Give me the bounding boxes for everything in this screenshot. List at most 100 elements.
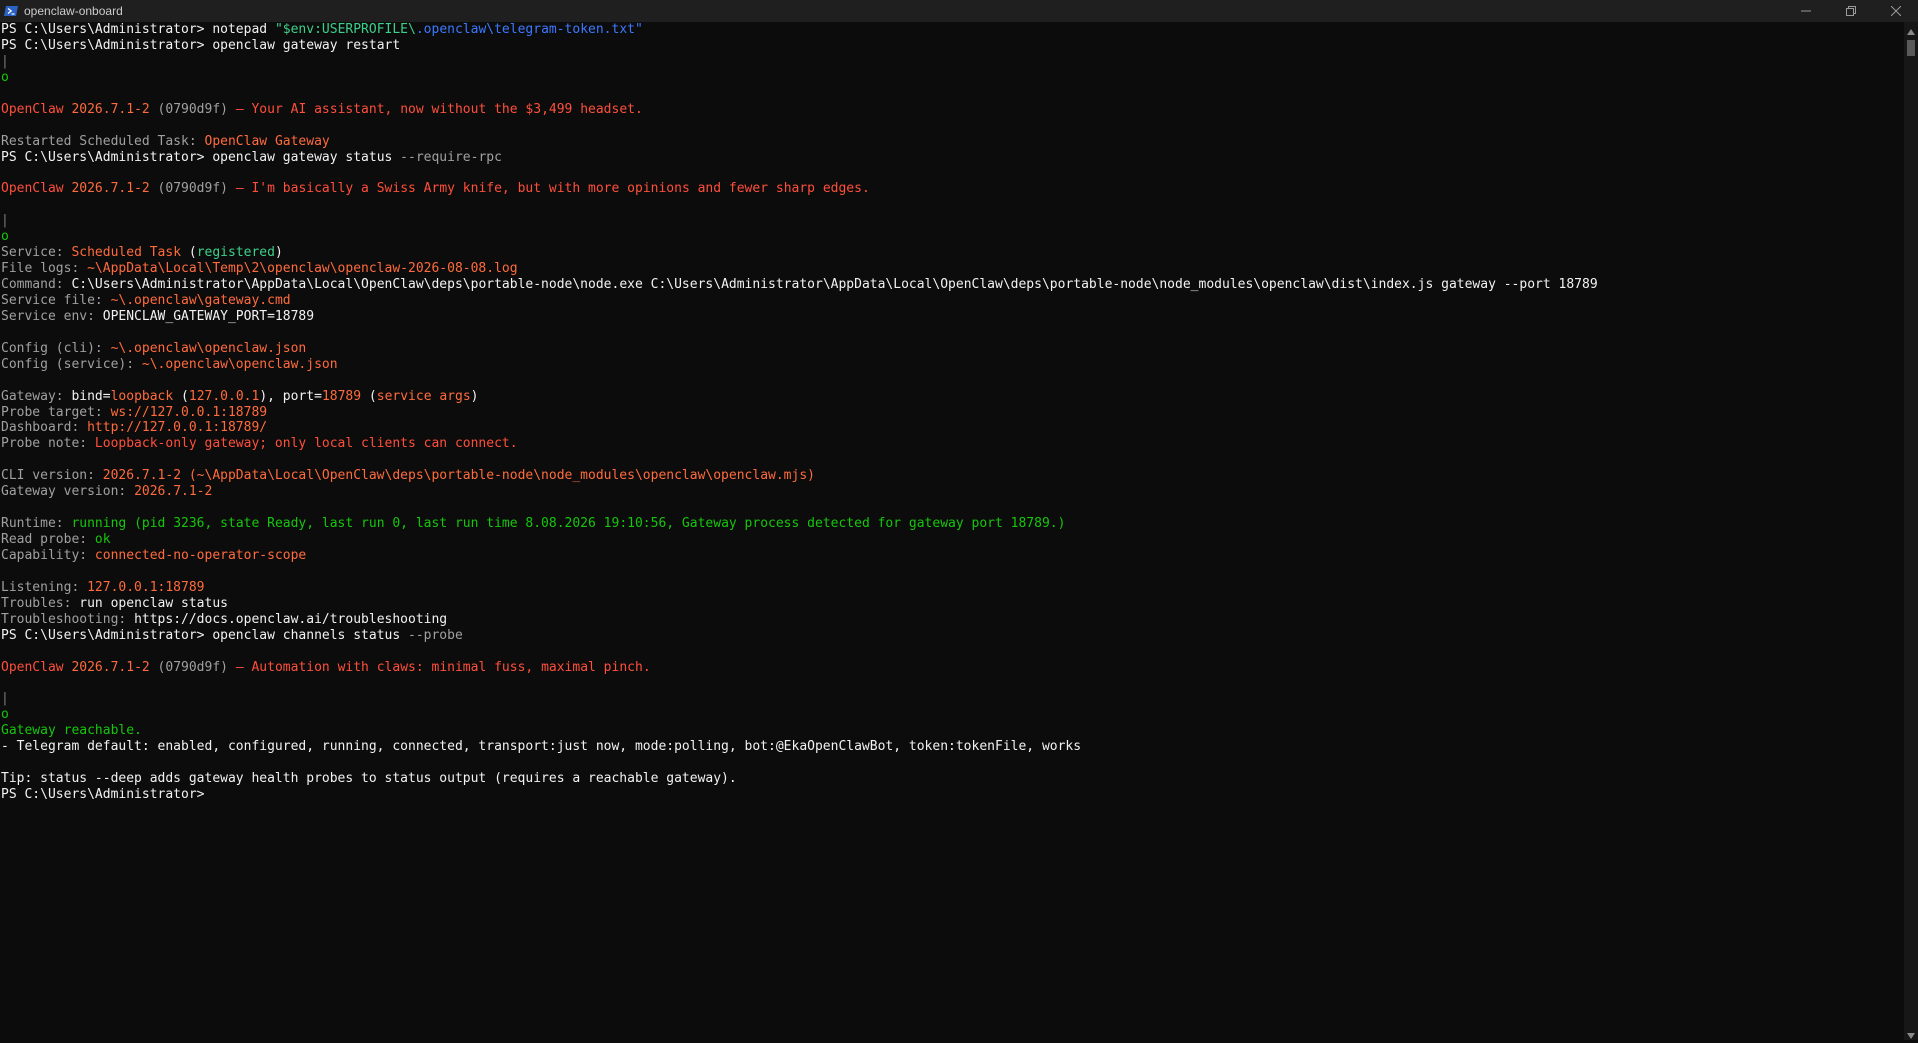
terminal-segment: o [1, 229, 9, 245]
terminal-segment: Troubles: [1, 595, 80, 611]
terminal-line: Tip: status --deep adds gateway health p… [1, 771, 1904, 787]
terminal-text: PS C:\Users\Administrator> notepad "$env… [0, 22, 1904, 803]
terminal-segment: CLI version: [1, 468, 103, 484]
terminal-segment: — Your AI assistant, now without the $3,… [235, 101, 643, 117]
terminal-segment: 18789 [321, 388, 369, 404]
terminal-line: Service: Scheduled Task (registered) [1, 245, 1904, 261]
terminal-segment: ) [470, 388, 479, 404]
terminal-segment: openclaw gateway status [212, 149, 401, 165]
scroll-down-button[interactable] [1904, 1026, 1918, 1040]
terminal-segment: o [1, 707, 9, 723]
terminal-segment: PS C:\Users\Administrator> [1, 787, 205, 802]
terminal-segment: ( [181, 388, 189, 404]
terminal-segment: PS C:\Users\Administrator> [1, 149, 213, 165]
terminal-line: File logs: ~\AppData\Local\Temp\2\opencl… [1, 261, 1904, 277]
restore-button[interactable] [1828, 0, 1873, 22]
terminal-segment: bind= [71, 388, 111, 404]
terminal-segment: OpenClaw Gateway [204, 133, 330, 149]
terminal-segment: Config (cli): [1, 340, 111, 356]
terminal-segment: notepad [212, 22, 275, 37]
terminal-line: OpenClaw 2026.7.1-2 (0790d9f) — Automati… [1, 660, 1904, 676]
terminal-segment: loopback [110, 388, 182, 404]
minimize-button[interactable] [1783, 0, 1828, 22]
terminal-segment: --require-rpc [400, 149, 502, 165]
terminal-output[interactable]: PS C:\Users\Administrator> notepad "$env… [0, 22, 1904, 1040]
terminal-segment: Gateway: [1, 388, 72, 404]
window-title: openclaw-onboard [24, 4, 123, 18]
vertical-scrollbar[interactable] [1904, 22, 1918, 1040]
terminal-line: Gateway: bind=loopback (127.0.0.1), port… [1, 389, 1904, 405]
terminal-segment: 127.0.0.1:18789 [87, 579, 205, 595]
terminal-segment: - Telegram default: enabled, configured,… [1, 739, 1082, 755]
terminal-segment: Tip: status --deep adds gateway health p… [1, 771, 737, 787]
terminal-segment: — Automation with claws: minimal fuss, m… [235, 659, 651, 675]
terminal-segment: 127.0.0.1 [188, 388, 260, 404]
window-controls [1783, 0, 1918, 22]
terminal-line: Read probe: ok [1, 532, 1904, 548]
terminal-segment: PS C:\Users\Administrator> [1, 37, 213, 53]
terminal-segment: o [1, 69, 9, 85]
terminal-line: Probe note: Loopback-only gateway; only … [1, 436, 1904, 452]
terminal-line: Troubles: run openclaw status [1, 596, 1904, 612]
terminal-segment: File logs: [1, 261, 88, 277]
terminal-segment: ok [94, 532, 111, 547]
terminal-segment: --probe [408, 627, 463, 643]
powershell-icon [4, 4, 18, 18]
terminal-segment: (0790d9f) [157, 181, 236, 197]
terminal-segment: 2026.7.1-2 (~\AppData\Local\OpenClaw\dep… [102, 468, 815, 484]
terminal-line: | [1, 54, 1904, 70]
terminal-line: Service env: OPENCLAW_GATEWAY_PORT=18789 [1, 309, 1904, 325]
terminal-line: Probe target: ws://127.0.0.1:18789 [1, 405, 1904, 421]
terminal-line: PS C:\Users\Administrator> openclaw gate… [1, 150, 1904, 166]
terminal-segment: OPENCLAW_GATEWAY_PORT=18789 [102, 308, 315, 324]
terminal-segment: ~\AppData\Local\Temp\2\openclaw\openclaw… [87, 261, 518, 277]
terminal-segment: | [1, 53, 9, 69]
terminal-line: Capability: connected-no-operator-scope [1, 548, 1904, 564]
terminal-segment: ( [188, 245, 197, 261]
terminal-segment: ) [274, 245, 283, 261]
terminal-segment: 2026.7.1-2 [71, 181, 158, 197]
terminal-segment: PS C:\Users\Administrator> [1, 22, 213, 37]
terminal-segment: (0790d9f) [157, 101, 236, 117]
terminal-segment: ( [368, 388, 377, 404]
terminal-segment: 2026.7.1-2 [71, 101, 158, 117]
terminal-line: OpenClaw 2026.7.1-2 (0790d9f) — I'm basi… [1, 181, 1904, 197]
terminal-segment: Loopback-only gateway; only local client… [94, 436, 518, 452]
terminal-segment: Command: [1, 277, 72, 292]
terminal-line: Troubleshooting: https://docs.openclaw.a… [1, 612, 1904, 628]
terminal-segment: service args [376, 388, 471, 404]
terminal-line: | [1, 691, 1904, 707]
terminal-segment: Gateway version: [1, 484, 135, 500]
terminal-segment: Listening: [1, 579, 88, 595]
terminal-segment: ws://127.0.0.1:18789 [110, 404, 268, 420]
terminal-line: PS C:\Users\Administrator> openclaw chan… [1, 628, 1904, 644]
terminal-segment: Service: [1, 245, 72, 261]
terminal-line: Listening: 127.0.0.1:18789 [1, 580, 1904, 596]
terminal-line: Runtime: running (pid 3236, state Ready,… [1, 516, 1904, 532]
terminal-segment: Dashboard: [1, 420, 88, 436]
terminal-segment: Read probe: [1, 532, 95, 547]
scrollbar-thumb[interactable] [1907, 40, 1915, 56]
terminal-segment: ), port= [259, 388, 322, 404]
terminal-segment: registered [196, 245, 275, 261]
terminal-line: OpenClaw 2026.7.1-2 (0790d9f) — Your AI … [1, 102, 1904, 118]
scroll-up-button[interactable] [1904, 22, 1918, 36]
terminal-segment: 2026.7.1-2 [71, 659, 158, 675]
terminal-segment: Service env: [1, 308, 103, 324]
terminal-segment: connected-no-operator-scope [94, 547, 307, 563]
terminal-line: PS C:\Users\Administrator> openclaw gate… [1, 38, 1904, 54]
terminal-segment: Capability: [1, 547, 95, 563]
terminal-segment: OpenClaw [1, 659, 72, 675]
terminal-line: Gateway reachable. [1, 723, 1904, 739]
terminal-line: Restarted Scheduled Task: OpenClaw Gatew… [1, 134, 1904, 150]
terminal-segment: OpenClaw [1, 181, 72, 197]
terminal-segment: http://127.0.0.1:18789/ [87, 420, 268, 436]
